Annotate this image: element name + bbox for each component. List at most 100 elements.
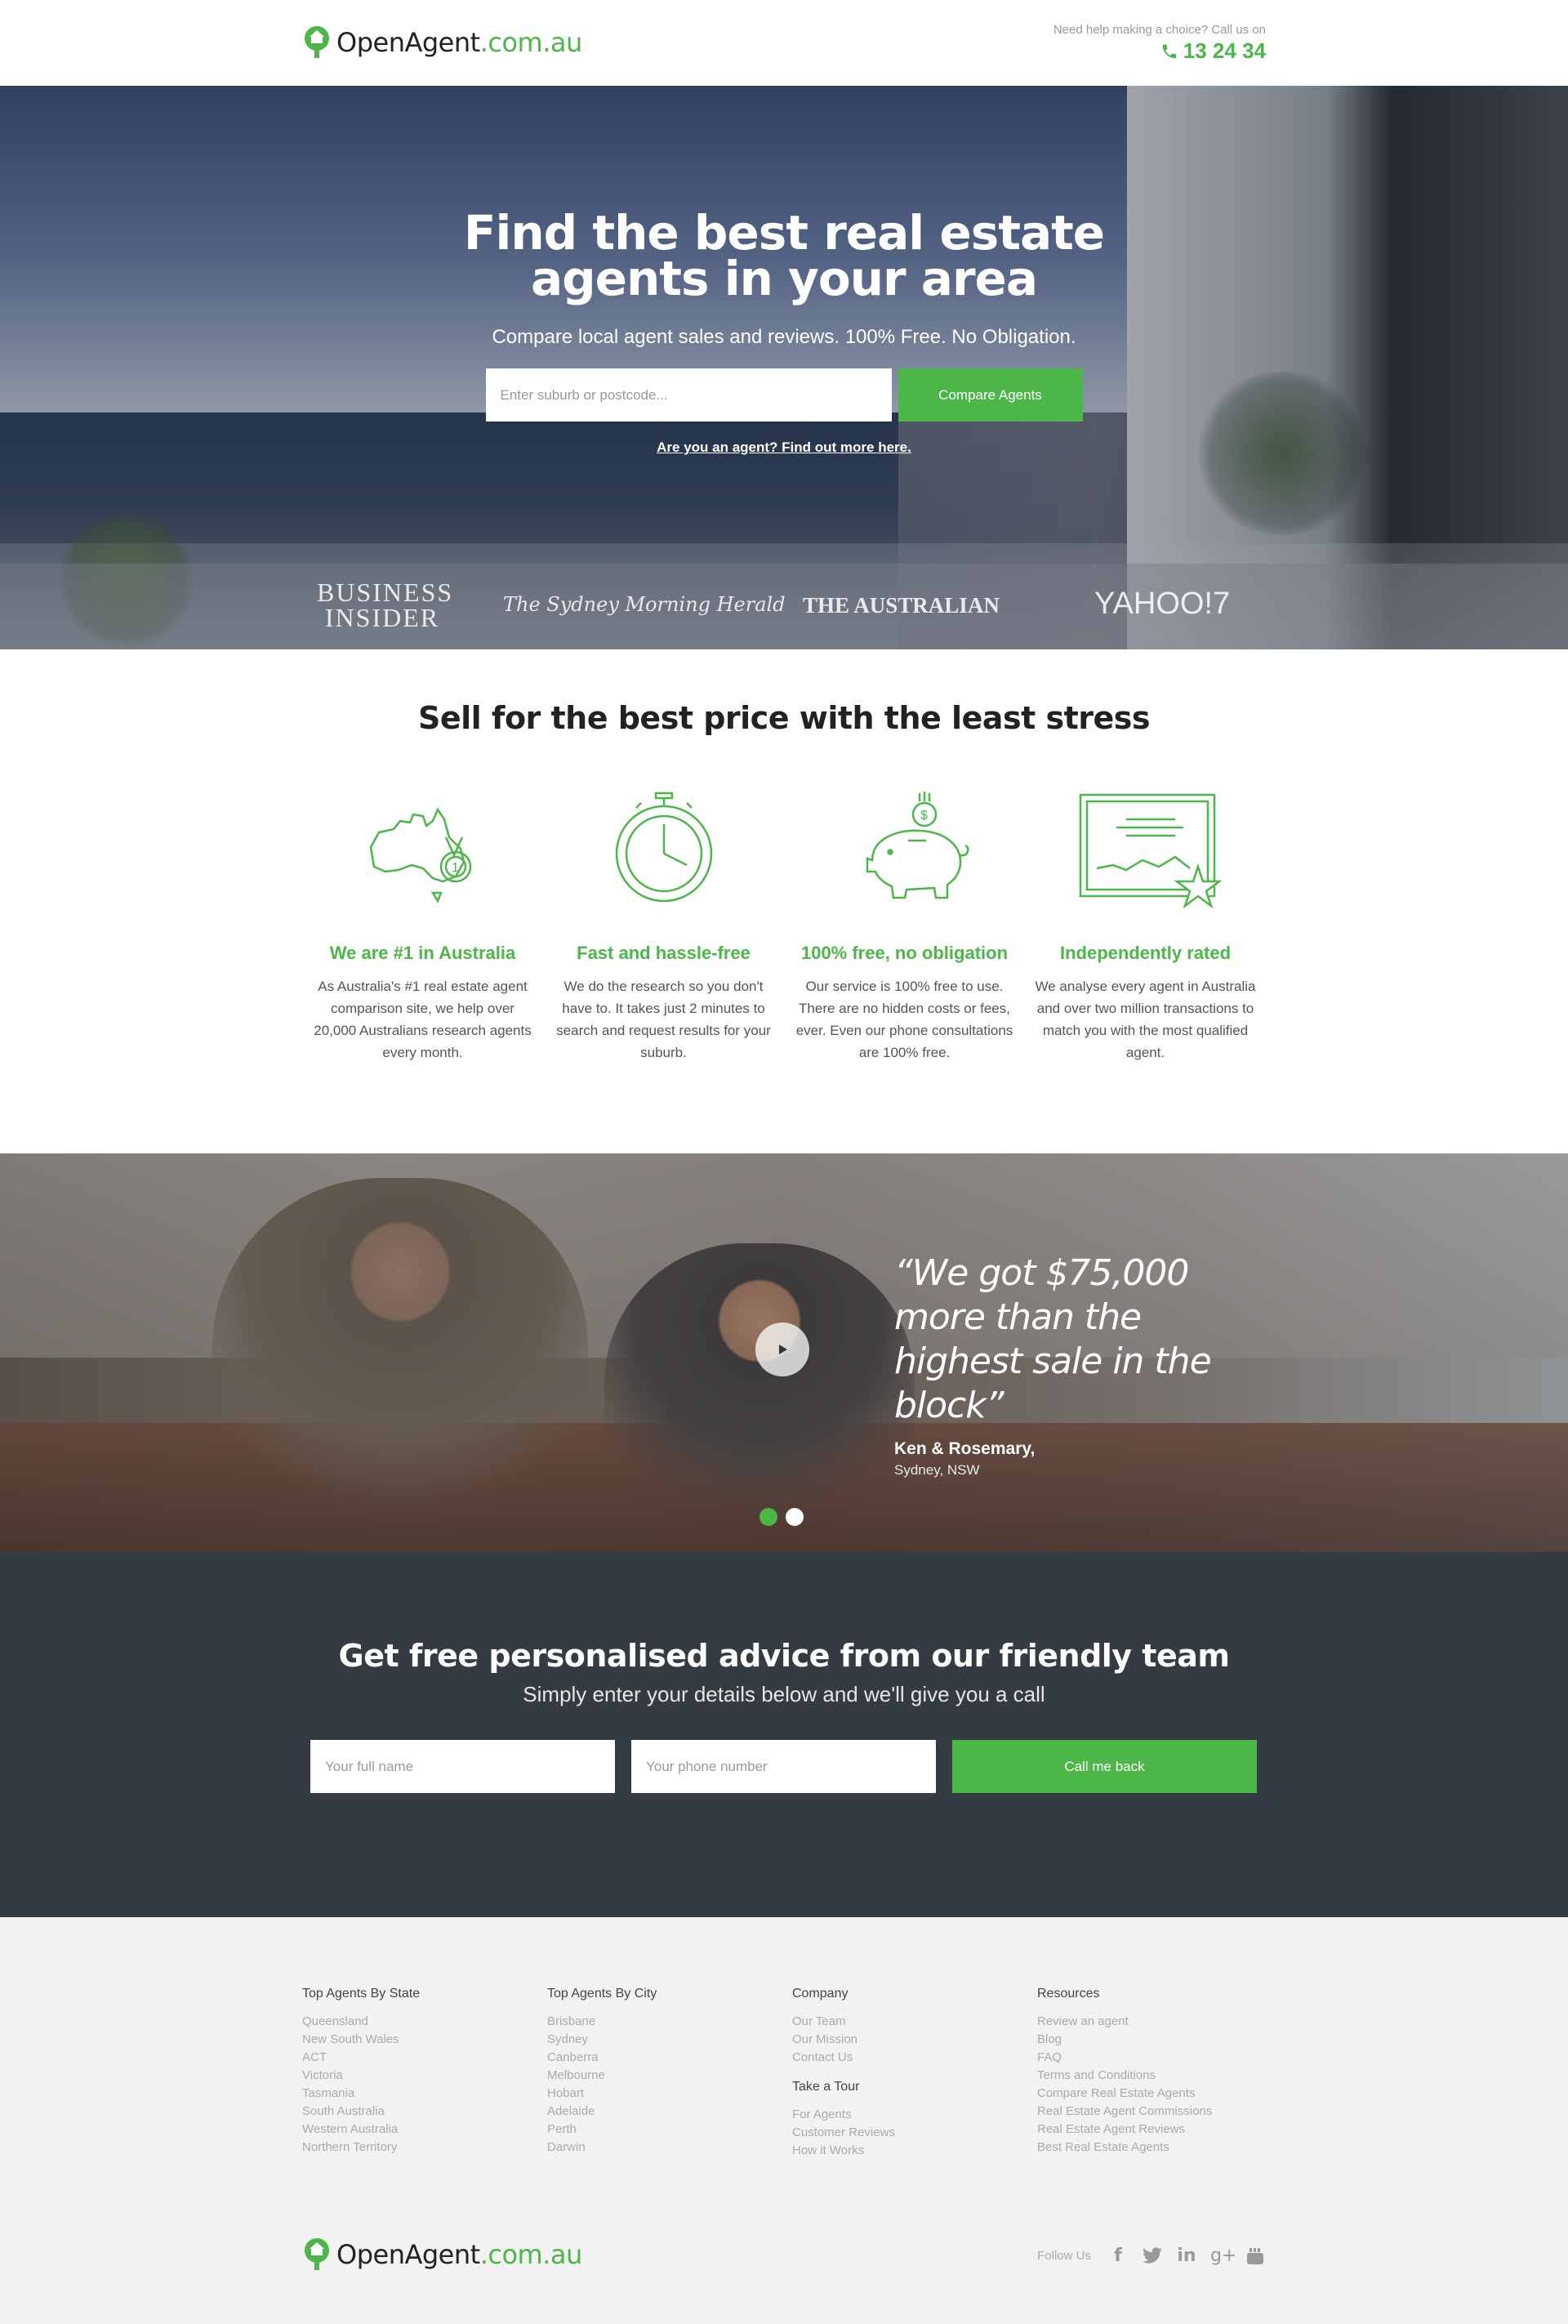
footer-link-perth[interactable]: Perth — [547, 2121, 792, 2139]
footer-link-customer-reviews[interactable]: Customer Reviews — [792, 2124, 1037, 2142]
linkedin-icon[interactable]: in — [1176, 2246, 1197, 2266]
facebook-icon[interactable]: f — [1107, 2246, 1129, 2266]
feature-title: Fast and hassle-free — [577, 943, 751, 963]
testimonial-carousel: “We got $75,000 more than the highest sa… — [0, 1153, 1568, 1552]
twitter-icon[interactable] — [1142, 2246, 1163, 2265]
svg-text:1: 1 — [452, 861, 459, 875]
logo-text-part1: OpenAgent — [336, 27, 480, 58]
agent-info-link[interactable]: Are you an agent? Find out more here. — [657, 439, 911, 456]
footer-link-darwin[interactable]: Darwin — [547, 2139, 792, 2157]
footer-link-for-agents[interactable]: For Agents — [792, 2106, 1037, 2124]
compare-agents-button[interactable]: Compare Agents — [898, 368, 1083, 422]
logo-text-part1: OpenAgent — [336, 2239, 480, 2270]
play-video-button[interactable] — [755, 1323, 809, 1376]
footer-link-contact-us[interactable]: Contact Us — [792, 2049, 1037, 2067]
carousel-dot-1[interactable] — [760, 1508, 777, 1526]
callback-title: Get free personalised advice from our fr… — [338, 1638, 1230, 1674]
footer-link-nsw[interactable]: New South Wales — [302, 2031, 547, 2049]
hero-section: Find the best real estate agents in your… — [0, 86, 1568, 649]
phone-number-input[interactable]: Your phone number — [631, 1740, 936, 1793]
footer-link-best-agents[interactable]: Best Real Estate Agents — [1037, 2139, 1282, 2157]
phone-link[interactable]: 13 24 34 — [1054, 38, 1266, 64]
youtube-icon[interactable] — [1245, 2246, 1266, 2266]
hero-title: Find the best real estate agents in your… — [463, 205, 1105, 306]
features-section: Sell for the best price with the least s… — [0, 649, 1568, 1153]
phone-icon — [1162, 44, 1177, 58]
feature-card: Independently rated We analyse every age… — [1025, 790, 1266, 1064]
feature-text: Our service is 100% free to use. There a… — [795, 979, 1013, 1060]
footer-link-brisbane[interactable]: Brisbane — [547, 2013, 792, 2031]
full-name-input[interactable]: Your full name — [310, 1740, 615, 1793]
smh-logo: The Sydney Morning Herald — [503, 593, 786, 616]
footer-link-hobart[interactable]: Hobart — [547, 2085, 792, 2103]
australia-medal-icon: 1 — [369, 807, 471, 903]
carousel-dots — [760, 1508, 804, 1526]
the-australian-logo: THE AUSTRALIAN — [803, 593, 1000, 618]
footer-link-our-mission[interactable]: Our Mission — [792, 2031, 1037, 2049]
feature-card: $ 100% free, no obligation Our service i… — [784, 790, 1025, 1064]
feature-text: We analyse every agent in Australia and … — [1035, 979, 1256, 1060]
footer-logo[interactable]: OpenAgent.com.au — [302, 2237, 582, 2272]
follow-us-label: Follow Us — [1037, 2249, 1091, 2263]
carousel-dot-2[interactable] — [786, 1508, 804, 1526]
stopwatch-icon — [615, 792, 712, 903]
footer-heading: Top Agents By State — [302, 1987, 421, 2001]
feature-title: Independently rated — [1059, 943, 1232, 963]
footer-link-sydney[interactable]: Sydney — [547, 2031, 792, 2049]
suburb-search-input[interactable]: Enter suburb or postcode... — [485, 368, 892, 422]
footer-column-resources: Resources Review an agent Blog FAQ Terms… — [1037, 1987, 1282, 2160]
footer-column-state: Top Agents By State Queensland New South… — [302, 1987, 547, 2160]
site-footer: Top Agents By State Queensland New South… — [0, 1917, 1568, 2320]
house-pin-icon — [305, 2238, 329, 2270]
svg-text:$: $ — [920, 809, 928, 823]
google-plus-icon[interactable]: g+ — [1210, 2246, 1236, 2266]
help-text: Need help making a choice? Call us on — [1053, 23, 1266, 37]
social-links: Follow Us f in g+ — [1037, 2246, 1266, 2266]
callback-section: Get free personalised advice from our fr… — [0, 1552, 1568, 1917]
footer-link-review-agent[interactable]: Review an agent — [1037, 2013, 1282, 2031]
footer-link-compare-agents[interactable]: Compare Real Estate Agents — [1037, 2085, 1282, 2103]
quote-location: Sydney, NSW — [894, 1462, 980, 1478]
piggy-bank-icon: $ — [866, 792, 969, 899]
play-icon — [779, 1345, 787, 1354]
quote-text: “We got $75,000 more than the highest sa… — [894, 1252, 1212, 1426]
feature-title: 100% free, no obligation — [800, 943, 1009, 963]
footer-link-act[interactable]: ACT — [302, 2049, 547, 2067]
business-insider-logo: BUSINESS INSIDER — [317, 578, 454, 632]
footer-link-faq[interactable]: FAQ — [1037, 2049, 1282, 2067]
footer-subheading: Take a Tour — [792, 2080, 860, 2094]
call-me-back-button[interactable]: Call me back — [952, 1740, 1257, 1793]
feature-card: 1 We are #1 in Australia As Australia's … — [302, 790, 543, 1064]
footer-heading: Resources — [1037, 1987, 1100, 2001]
quote-author: Ken & Rosemary, — [894, 1439, 1036, 1458]
suburb-search-form: Enter suburb or postcode... Compare Agen… — [0, 368, 1568, 422]
feature-text: We do the research so you don't have to.… — [556, 979, 771, 1060]
footer-heading: Top Agents By City — [547, 1987, 657, 2001]
footer-link-queensland[interactable]: Queensland — [302, 2013, 547, 2031]
site-header: OpenAgent.com.au Need help making a choi… — [0, 0, 1568, 86]
footer-link-victoria[interactable]: Victoria — [302, 2067, 547, 2085]
hero-subtitle: Compare local agent sales and reviews. 1… — [492, 326, 1076, 348]
footer-link-our-team[interactable]: Our Team — [792, 2013, 1037, 2031]
help-contact: Need help making a choice? Call us on 13… — [1054, 23, 1266, 64]
callback-subtitle: Simply enter your details below and we'l… — [523, 1682, 1045, 1706]
footer-link-commissions[interactable]: Real Estate Agent Commissions — [1037, 2103, 1282, 2121]
feature-text: As Australia's #1 real estate agent comp… — [314, 979, 532, 1060]
footer-link-nt[interactable]: Northern Territory — [302, 2139, 547, 2157]
logo-text-part2: .com.au — [479, 27, 583, 58]
footer-link-wa[interactable]: Western Australia — [302, 2121, 547, 2139]
yahoo7-logo: YAHOO!7 — [1094, 587, 1231, 621]
footer-link-how-it-works[interactable]: How it Works — [792, 2142, 1037, 2160]
openagent-logo[interactable]: OpenAgent.com.au — [302, 25, 582, 60]
footer-link-sa[interactable]: South Australia — [302, 2103, 547, 2121]
footer-link-agent-reviews[interactable]: Real Estate Agent Reviews — [1037, 2121, 1282, 2139]
footer-link-tasmania[interactable]: Tasmania — [302, 2085, 547, 2103]
testimonial-quote: “We got $75,000 more than the highest sa… — [894, 1251, 1262, 1479]
footer-link-melbourne[interactable]: Melbourne — [547, 2067, 792, 2085]
footer-link-canberra[interactable]: Canberra — [547, 2049, 792, 2067]
footer-link-blog[interactable]: Blog — [1037, 2031, 1282, 2049]
footer-link-adelaide[interactable]: Adelaide — [547, 2103, 792, 2121]
logo-text-part2: .com.au — [479, 2239, 583, 2270]
footer-link-terms[interactable]: Terms and Conditions — [1037, 2067, 1282, 2085]
press-logos-bar: BUSINESS INSIDER The Sydney Morning Heral… — [0, 564, 1568, 649]
